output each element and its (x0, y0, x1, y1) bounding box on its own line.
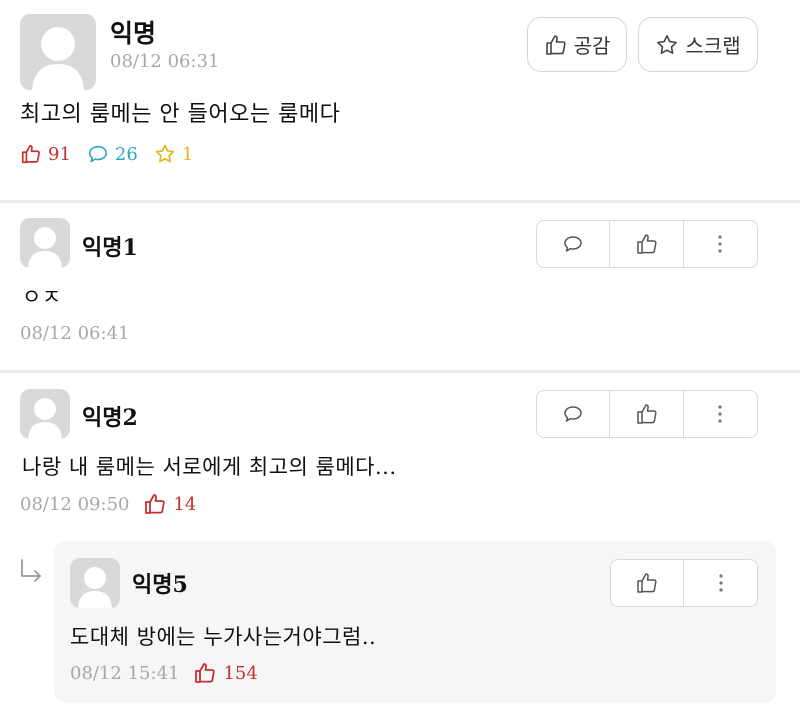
empathy-button[interactable]: 공감 (527, 17, 627, 72)
thumbs-up-icon (21, 144, 40, 164)
avatar (20, 14, 96, 90)
more-vertical-icon (718, 405, 722, 423)
scrap-button-label: 스크랩 (685, 34, 741, 58)
avatar (20, 218, 70, 268)
reply-arrow-icon (21, 559, 41, 582)
comment-author: 익명2 (82, 405, 138, 431)
reply: 익명5 도대체 방에는 누가사는거야그럼.. 08/12 15:41 154 (54, 541, 776, 703)
more-button[interactable] (684, 560, 757, 606)
star-icon (657, 34, 678, 54)
reply-timestamp: 08/12 15:41 (70, 662, 180, 684)
thumbs-up-icon (636, 404, 657, 424)
avatar (20, 389, 70, 439)
reply-like-value: 154 (223, 662, 258, 684)
scrap-count: 1 (154, 143, 193, 165)
post-author: 익명 (110, 19, 157, 48)
comment-count: 26 (87, 143, 138, 165)
empathy-button-label: 공감 (573, 34, 611, 58)
more-button[interactable] (684, 221, 757, 267)
scrap-button[interactable]: 스크랩 (638, 17, 758, 72)
comment-like-value: 14 (173, 493, 197, 515)
comment-body: ㅇㅈ (22, 285, 62, 309)
comment-like-count: 14 (143, 492, 196, 516)
star-icon (155, 144, 174, 163)
comment-body: 나랑 내 룸메는 서로에게 최고의 룸메다... (22, 455, 397, 479)
comment-actions (536, 390, 758, 438)
reply-like-count: 154 (193, 661, 258, 685)
more-button[interactable] (684, 391, 757, 437)
comment-meta: 08/12 06:41 (20, 323, 129, 344)
post-timestamp: 08/12 06:31 (110, 51, 220, 72)
reply-body: 도대체 방에는 누가사는거야그럼.. (70, 625, 377, 649)
comment-bubble-icon (564, 236, 582, 252)
comment-count-value: 26 (114, 143, 138, 165)
like-button[interactable] (610, 391, 684, 437)
reply-author: 익명5 (132, 572, 188, 598)
reply-button[interactable] (537, 391, 611, 437)
like-count: 91 (20, 143, 71, 165)
like-button[interactable] (610, 221, 684, 267)
like-button[interactable] (611, 560, 684, 606)
reply-meta: 08/12 15:41 154 (70, 661, 258, 685)
post: 익명 08/12 06:31 공감 스크랩 최고의 룸메는 안 들어오는 룸메다… (0, 0, 800, 203)
comment-timestamp: 08/12 09:50 (20, 493, 130, 515)
thumbs-up-icon (637, 573, 657, 593)
reply-actions (610, 559, 758, 607)
comment-actions (536, 220, 758, 268)
thumbs-up-icon (636, 234, 657, 254)
like-count-value: 91 (48, 143, 71, 165)
more-vertical-icon (718, 235, 722, 253)
comment-timestamp: 08/12 06:41 (20, 323, 130, 344)
comment-meta: 08/12 09:50 14 (20, 492, 196, 516)
comment-bubble-icon (564, 406, 582, 422)
comment-author: 익명1 (82, 235, 138, 261)
comment-bubble-icon (88, 145, 107, 163)
divider (0, 200, 800, 203)
post-body: 최고의 룸메는 안 들어오는 룸메다 (20, 102, 341, 127)
more-vertical-icon (718, 574, 723, 592)
thumbs-up-icon (145, 494, 166, 514)
reply-button[interactable] (537, 221, 611, 267)
avatar (70, 558, 120, 608)
thumbs-up-icon (545, 34, 566, 55)
divider (0, 370, 800, 373)
scrap-count-value: 1 (181, 143, 194, 165)
thumbs-up-icon (195, 663, 216, 683)
post-stats: 91 26 1 (20, 143, 209, 165)
